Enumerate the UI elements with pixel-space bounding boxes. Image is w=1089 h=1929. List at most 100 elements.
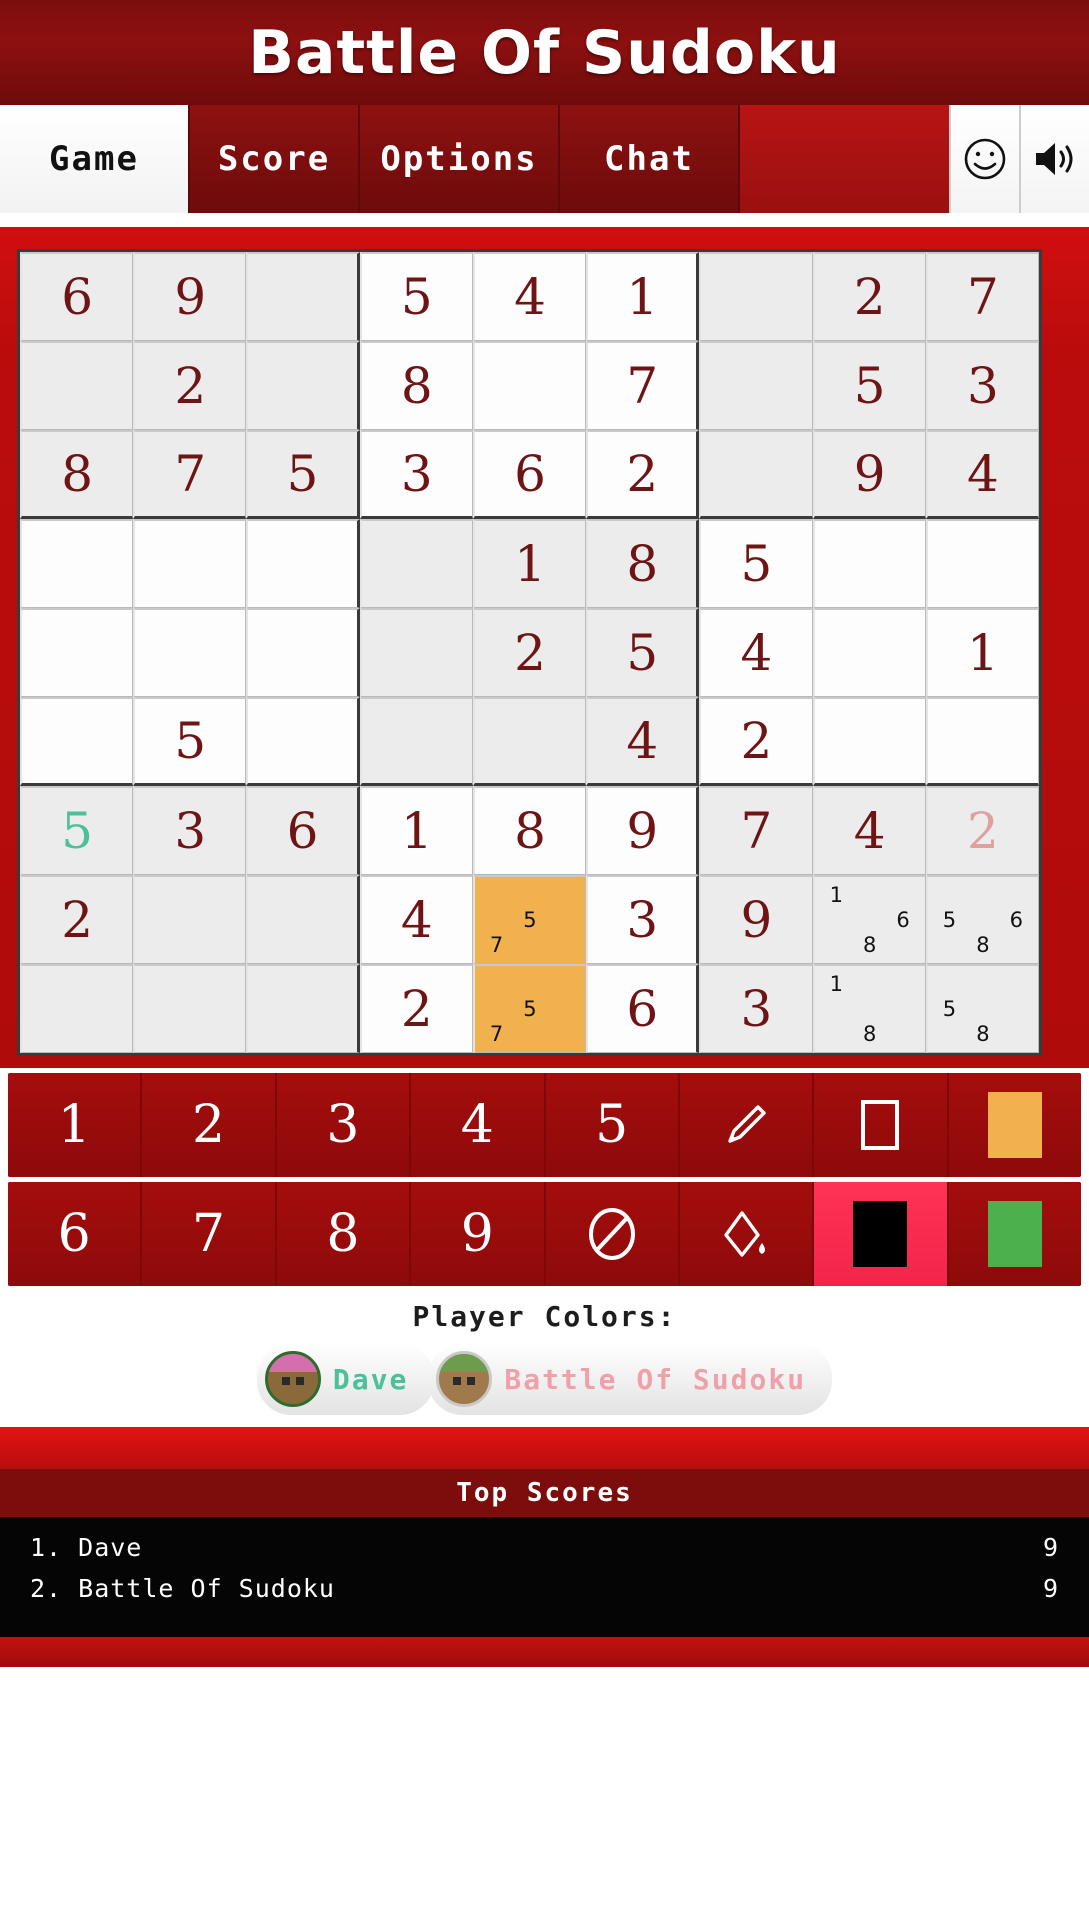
player-chip-dave[interactable]: Dave: [256, 1343, 435, 1415]
smiley-icon[interactable]: [949, 105, 1019, 213]
sudoku-cell-r1c8[interactable]: 2: [812, 252, 926, 341]
number-key-1[interactable]: 1: [8, 1073, 143, 1177]
sudoku-cell-r9c6[interactable]: 6: [586, 964, 700, 1053]
sudoku-cell-r7c8[interactable]: 4: [812, 786, 926, 875]
sudoku-cell-r2c5[interactable]: [472, 341, 587, 430]
sudoku-cell-r6c4[interactable]: [359, 697, 473, 786]
number-key-8[interactable]: 8: [276, 1182, 412, 1286]
sudoku-cell-r1c1[interactable]: 6: [20, 252, 134, 341]
sudoku-cell-r1c5[interactable]: 4: [472, 252, 587, 341]
orange-color-swatch-button[interactable]: [948, 1073, 1081, 1177]
square-icon[interactable]: [814, 1073, 949, 1177]
sudoku-cell-r7c1[interactable]: 5: [20, 786, 134, 875]
sudoku-cell-r4c7[interactable]: 5: [699, 519, 813, 608]
sudoku-cell-r3c6[interactable]: 2: [586, 430, 700, 519]
sudoku-cell-r5c7[interactable]: 4: [699, 608, 813, 697]
sudoku-cell-r3c4[interactable]: 3: [359, 430, 473, 519]
sudoku-cell-r3c8[interactable]: 9: [812, 430, 926, 519]
sudoku-cell-r5c1[interactable]: [20, 608, 134, 697]
sudoku-cell-r8c4[interactable]: 4: [359, 875, 473, 964]
sudoku-cell-r6c7[interactable]: 2: [699, 697, 813, 786]
sudoku-cell-r2c6[interactable]: 7: [586, 341, 700, 430]
sudoku-cell-r7c4[interactable]: 1: [359, 786, 473, 875]
sudoku-cell-r7c3[interactable]: 6: [246, 786, 360, 875]
sudoku-cell-r8c6[interactable]: 3: [586, 875, 700, 964]
number-key-3[interactable]: 3: [276, 1073, 412, 1177]
sudoku-cell-r8c9[interactable]: 5 68: [925, 875, 1039, 964]
sudoku-cell-r9c7[interactable]: 3: [699, 964, 813, 1053]
sudoku-cell-r5c9[interactable]: 1: [925, 608, 1039, 697]
sudoku-cell-r9c3[interactable]: [246, 964, 360, 1053]
sudoku-cell-r4c5[interactable]: 1: [472, 519, 587, 608]
sudoku-cell-r8c2[interactable]: [133, 875, 247, 964]
sudoku-cell-r5c2[interactable]: [133, 608, 247, 697]
sudoku-cell-r3c5[interactable]: 6: [472, 430, 587, 519]
sudoku-cell-r2c4[interactable]: 8: [359, 341, 473, 430]
sudoku-cell-r5c3[interactable]: [246, 608, 360, 697]
sudoku-cell-r5c8[interactable]: [812, 608, 926, 697]
sudoku-cell-r2c3[interactable]: [246, 341, 360, 430]
sudoku-cell-r5c6[interactable]: 5: [586, 608, 700, 697]
number-key-6[interactable]: 6: [8, 1182, 143, 1286]
tab-options[interactable]: Options: [360, 105, 560, 213]
tab-score[interactable]: Score: [190, 105, 360, 213]
number-key-9[interactable]: 9: [411, 1182, 546, 1286]
sudoku-cell-r7c5[interactable]: 8: [472, 786, 587, 875]
sudoku-cell-r4c3[interactable]: [246, 519, 360, 608]
sudoku-cell-r9c2[interactable]: [133, 964, 247, 1053]
sudoku-cell-r9c8[interactable]: 18: [812, 964, 926, 1053]
sudoku-cell-r2c8[interactable]: 5: [812, 341, 926, 430]
sudoku-cell-r9c5[interactable]: 57: [472, 964, 587, 1053]
tab-game[interactable]: Game: [0, 105, 190, 213]
sudoku-cell-r5c4[interactable]: [359, 608, 473, 697]
green-color-swatch-button[interactable]: [948, 1182, 1081, 1286]
pencil-icon[interactable]: [679, 1073, 815, 1177]
sudoku-cell-r9c1[interactable]: [20, 964, 134, 1053]
sudoku-cell-r6c8[interactable]: [812, 697, 926, 786]
sudoku-cell-r1c7[interactable]: [699, 252, 813, 341]
sudoku-cell-r4c2[interactable]: [133, 519, 247, 608]
sudoku-cell-r4c9[interactable]: [925, 519, 1039, 608]
sudoku-cell-r6c9[interactable]: [925, 697, 1039, 786]
sudoku-cell-r6c2[interactable]: 5: [133, 697, 247, 786]
sudoku-cell-r3c7[interactable]: [699, 430, 813, 519]
sudoku-cell-r7c9[interactable]: 2: [925, 786, 1039, 875]
sudoku-cell-r3c3[interactable]: 5: [246, 430, 360, 519]
sudoku-cell-r6c6[interactable]: 4: [586, 697, 700, 786]
sudoku-cell-r4c8[interactable]: [812, 519, 926, 608]
tab-chat[interactable]: Chat: [560, 105, 740, 213]
black-color-swatch-button[interactable]: [814, 1182, 949, 1286]
speaker-icon[interactable]: [1019, 105, 1089, 213]
sudoku-cell-r1c3[interactable]: [246, 252, 360, 341]
sudoku-cell-r1c2[interactable]: 9: [133, 252, 247, 341]
sudoku-cell-r7c7[interactable]: 7: [699, 786, 813, 875]
sudoku-cell-r6c1[interactable]: [20, 697, 134, 786]
sudoku-cell-r8c8[interactable]: 1 68: [812, 875, 926, 964]
sudoku-cell-r3c9[interactable]: 4: [925, 430, 1039, 519]
sudoku-cell-r6c5[interactable]: [472, 697, 587, 786]
sudoku-cell-r2c7[interactable]: [699, 341, 813, 430]
sudoku-cell-r1c4[interactable]: 5: [359, 252, 473, 341]
sudoku-cell-r4c4[interactable]: [359, 519, 473, 608]
sudoku-cell-r7c6[interactable]: 9: [586, 786, 700, 875]
fill-icon[interactable]: [679, 1182, 815, 1286]
sudoku-cell-r2c9[interactable]: 3: [925, 341, 1039, 430]
erase-icon[interactable]: [545, 1182, 680, 1286]
sudoku-cell-r8c5[interactable]: 57: [472, 875, 587, 964]
number-key-7[interactable]: 7: [142, 1182, 277, 1286]
sudoku-cell-r3c1[interactable]: 8: [20, 430, 134, 519]
sudoku-grid[interactable]: 6954127287538753629418525415425361897422…: [17, 249, 1042, 1056]
sudoku-cell-r8c7[interactable]: 9: [699, 875, 813, 964]
sudoku-cell-r7c2[interactable]: 3: [133, 786, 247, 875]
sudoku-cell-r9c9[interactable]: 58: [925, 964, 1039, 1053]
number-key-4[interactable]: 4: [411, 1073, 546, 1177]
sudoku-cell-r4c1[interactable]: [20, 519, 134, 608]
sudoku-cell-r2c1[interactable]: [20, 341, 134, 430]
sudoku-cell-r8c1[interactable]: 2: [20, 875, 134, 964]
sudoku-cell-r2c2[interactable]: 2: [133, 341, 247, 430]
number-key-5[interactable]: 5: [545, 1073, 680, 1177]
sudoku-cell-r3c2[interactable]: 7: [133, 430, 247, 519]
sudoku-cell-r1c6[interactable]: 1: [586, 252, 700, 341]
sudoku-cell-r1c9[interactable]: 7: [925, 252, 1039, 341]
sudoku-cell-r8c3[interactable]: [246, 875, 360, 964]
